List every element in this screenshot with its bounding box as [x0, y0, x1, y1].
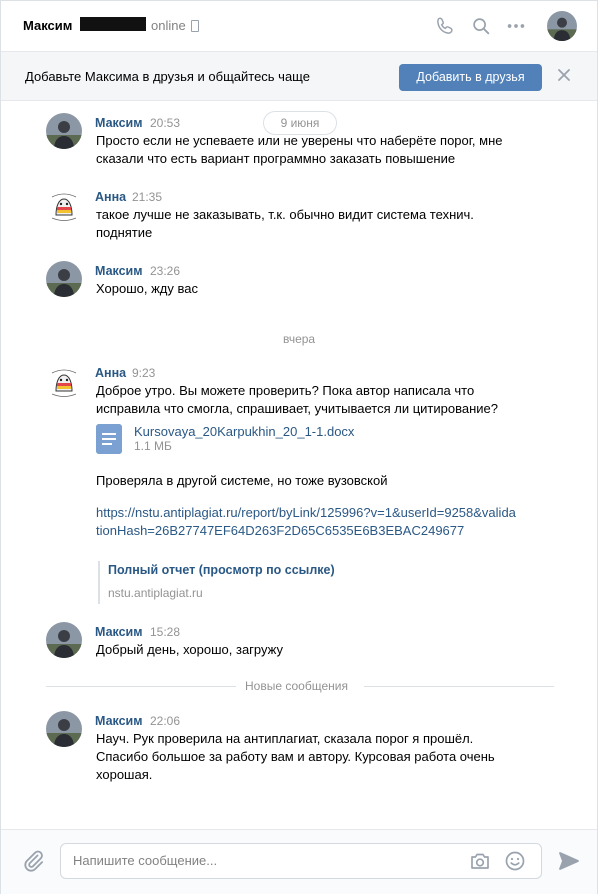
link-snippet-title[interactable]: Полный отчет (просмотр по ссылке) — [108, 563, 335, 577]
message-text: такое лучше не заказывать, т.к. обычно в… — [96, 207, 474, 240]
document-icon[interactable] — [96, 424, 122, 454]
chat-window: Максим online Добавьте Максима в друзья … — [0, 0, 598, 894]
avatar[interactable] — [46, 363, 82, 399]
more-icon[interactable] — [505, 15, 527, 37]
message-time[interactable]: 22:06 — [150, 714, 180, 728]
avatar[interactable] — [46, 261, 82, 297]
friend-suggestion-bar: Добавьте Максима в друзья и общайтесь ча… — [1, 52, 597, 101]
contact-name[interactable]: Максим — [23, 18, 72, 33]
add-friend-button[interactable]: Добавить в друзья — [399, 64, 542, 91]
new-messages-line — [46, 686, 236, 687]
contact-avatar[interactable] — [547, 11, 577, 41]
message-input-placeholder[interactable]: Напишите сообщение... — [73, 853, 217, 868]
attach-icon[interactable] — [21, 849, 45, 873]
attachment-file-size: 1.1 МБ — [134, 439, 172, 453]
message-time[interactable]: 23:26 — [150, 264, 180, 278]
message-time[interactable]: 21:35 — [132, 190, 162, 204]
camera-icon[interactable] — [468, 849, 492, 873]
message-author[interactable]: Анна — [95, 190, 126, 204]
message-text: Доброе утро. Вы можете проверить? Пока а… — [96, 383, 498, 416]
date-divider: вчера — [283, 332, 316, 346]
message-link[interactable]: https://nstu.antiplagiat.ru/report/byLin… — [96, 504, 516, 540]
message-text: Хорошо, жду вас — [96, 281, 198, 296]
close-icon[interactable] — [557, 68, 571, 82]
chat-header: Максим online — [1, 1, 597, 52]
message-text: Проверяла в другой системе, но тоже вузо… — [96, 473, 388, 488]
link-snippet-border — [98, 561, 100, 604]
message-author[interactable]: Максим — [95, 116, 143, 130]
message-time[interactable]: 20:53 — [150, 116, 180, 130]
smile-icon[interactable] — [503, 849, 527, 873]
send-icon[interactable] — [557, 849, 581, 873]
message-author[interactable]: Анна — [95, 366, 126, 380]
message-time[interactable]: 9:23 — [132, 366, 155, 380]
message-author[interactable]: Максим — [95, 625, 143, 639]
avatar[interactable] — [46, 113, 82, 149]
avatar[interactable] — [46, 711, 82, 747]
redacted-surname — [80, 17, 146, 31]
avatar[interactable] — [46, 187, 82, 223]
new-messages-label: Новые сообщения — [245, 679, 348, 693]
phone-icon[interactable] — [434, 15, 456, 37]
message-text: Добрый день, хорошо, загружу — [96, 642, 283, 657]
avatar[interactable] — [46, 622, 82, 658]
new-messages-line — [364, 686, 554, 687]
mobile-icon — [191, 20, 199, 32]
message-text: Просто если не успеваете или не уверены … — [96, 133, 503, 166]
message-text: Науч. Рук проверила на антиплагиат, сказ… — [96, 731, 495, 782]
link-snippet-domain: nstu.antiplagiat.ru — [108, 586, 203, 600]
message-author[interactable]: Максим — [95, 714, 143, 728]
search-icon[interactable] — [470, 15, 492, 37]
message-time[interactable]: 15:28 — [150, 625, 180, 639]
message-author[interactable]: Максим — [95, 264, 143, 278]
friend-suggestion-text: Добавьте Максима в друзья и общайтесь ча… — [25, 69, 310, 84]
attachment-file-name[interactable]: Kursovaya_20Karpukhin_20_1-1.docx — [134, 424, 354, 439]
online-status: online — [151, 18, 186, 33]
